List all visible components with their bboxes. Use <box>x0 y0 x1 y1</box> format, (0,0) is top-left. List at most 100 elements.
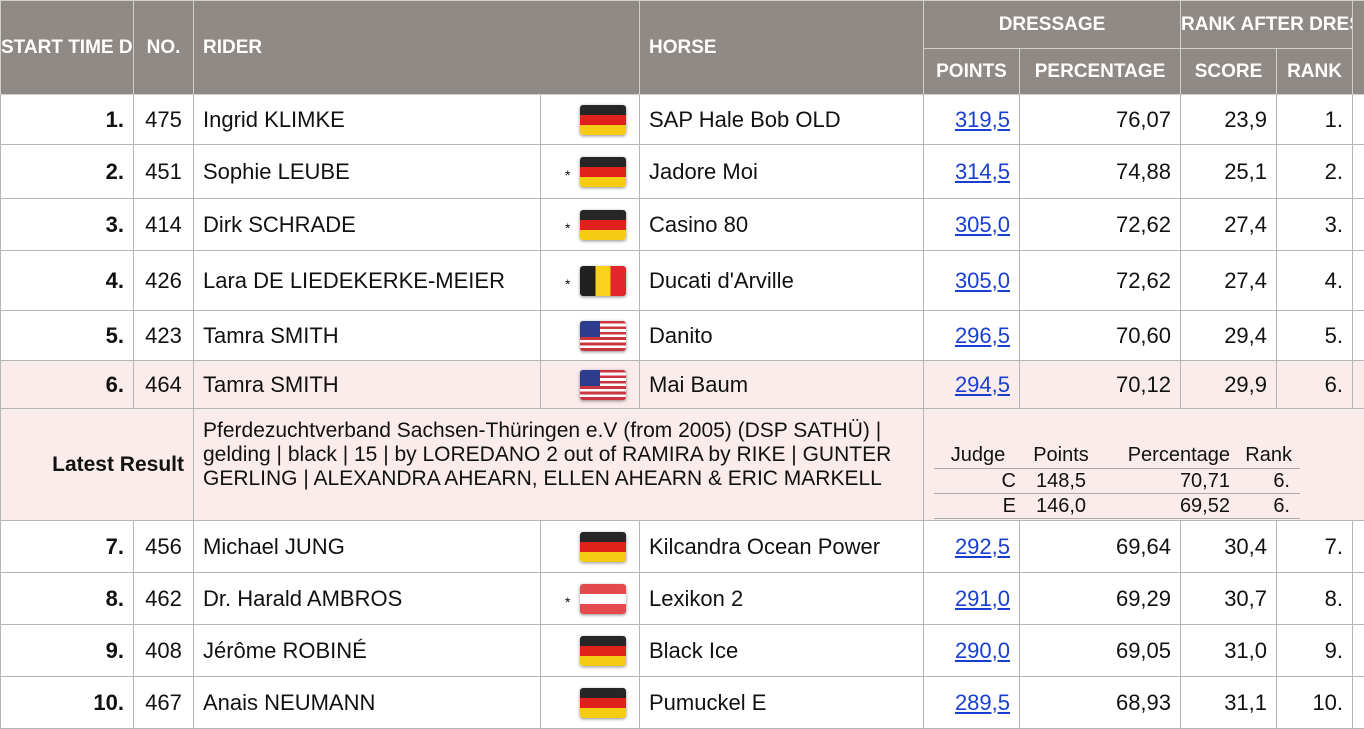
nation-cell: * <box>541 199 640 251</box>
header-no[interactable]: NO. <box>134 1 194 95</box>
judge-points-header: Points <box>1022 443 1100 469</box>
latest-result-row: Latest Result Pferdezuchtverband Sachsen… <box>1 409 1364 521</box>
horse-name[interactable]: Black Ice <box>640 625 924 677</box>
germany-flag-icon <box>580 688 626 718</box>
judge-percentage-header: Percentage <box>1100 443 1230 469</box>
score-value: 29,4 <box>1181 311 1277 361</box>
rider-name[interactable]: Michael JUNG <box>194 521 541 573</box>
table-row-selected[interactable]: 6. 464 Tamra SMITH Mai Baum 294,5 70,12 … <box>1 361 1364 409</box>
horse-name[interactable]: SAP Hale Bob OLD <box>640 95 924 145</box>
start-rank: 2. <box>1 145 134 199</box>
header-dressage: DRESSAGE <box>924 1 1181 49</box>
rider-name[interactable]: Dirk SCHRADE <box>194 199 541 251</box>
horse-name[interactable]: Ducati d'Arville <box>640 251 924 311</box>
points-link[interactable]: 305,0 <box>955 212 1010 237</box>
points-link[interactable]: 292,5 <box>955 534 1010 559</box>
judge-percentage: 69,52 <box>1100 494 1230 519</box>
table-row: 2. 451 Sophie LEUBE * Jadore Moi 314,5 7… <box>1 145 1364 199</box>
rider-name[interactable]: Tamra SMITH <box>194 311 541 361</box>
score-value: 27,4 <box>1181 199 1277 251</box>
score-value: 31,0 <box>1181 625 1277 677</box>
horse-details-text: Pferdezuchtverband Sachsen-Thüringen e.V… <box>194 409 924 521</box>
germany-flag-icon <box>580 636 626 666</box>
results-table: START TIME DRESSAGE/ RANK NO. RIDER HORS… <box>0 0 1364 729</box>
score-value: 25,1 <box>1181 145 1277 199</box>
points-link[interactable]: 294,5 <box>955 372 1010 397</box>
star-marker: * <box>565 276 570 292</box>
header-horse[interactable]: HORSE <box>640 1 924 95</box>
judges-table: Judge Points Percentage Rank C 148,5 70,… <box>934 443 1300 519</box>
horse-name[interactable]: Kilcandra Ocean Power <box>640 521 924 573</box>
percentage-value: 68,93 <box>1020 677 1181 729</box>
header-points[interactable]: POINTS <box>924 49 1020 95</box>
rider-name[interactable]: Jérôme ROBINÉ <box>194 625 541 677</box>
star-marker: * <box>565 220 570 236</box>
horse-name[interactable]: Danito <box>640 311 924 361</box>
rank-after-value: 4. <box>1277 251 1353 311</box>
rank-after-value: 8. <box>1277 573 1353 625</box>
header-score[interactable]: SCORE <box>1181 49 1277 95</box>
start-rank: 10. <box>1 677 134 729</box>
percentage-value: 69,64 <box>1020 521 1181 573</box>
extra-cell <box>1353 145 1364 199</box>
germany-flag-icon <box>580 210 626 240</box>
points-link[interactable]: 289,5 <box>955 690 1010 715</box>
extra-cell <box>1353 251 1364 311</box>
header-start-time[interactable]: START TIME DRESSAGE/ RANK <box>1 1 134 95</box>
judge-letter: C <box>934 469 1022 494</box>
points-link[interactable]: 305,0 <box>955 268 1010 293</box>
rider-name[interactable]: Ingrid KLIMKE <box>194 95 541 145</box>
nation-cell: * <box>541 573 640 625</box>
percentage-value: 69,29 <box>1020 573 1181 625</box>
extra-cell <box>1353 573 1364 625</box>
start-rank: 1. <box>1 95 134 145</box>
rank-after-value: 6. <box>1277 361 1353 409</box>
table-row: 4. 426 Lara DE LIEDEKERKE-MEIER * Ducati… <box>1 251 1364 311</box>
start-rank: 6. <box>1 361 134 409</box>
judge-percentage: 70,71 <box>1100 469 1230 494</box>
header-rank[interactable]: RANK <box>1277 49 1353 95</box>
start-number: 475 <box>134 95 194 145</box>
header-percentage[interactable]: PERCENTAGE <box>1020 49 1181 95</box>
percentage-value: 74,88 <box>1020 145 1181 199</box>
rider-name[interactable]: Sophie LEUBE <box>194 145 541 199</box>
rank-after-value: 3. <box>1277 199 1353 251</box>
points-link[interactable]: 290,0 <box>955 638 1010 663</box>
points-link[interactable]: 296,5 <box>955 323 1010 348</box>
header-rank-after-dressage: RANK AFTER DRESSAGE <box>1181 1 1353 49</box>
nation-cell <box>541 361 640 409</box>
start-number: 464 <box>134 361 194 409</box>
nation-cell <box>541 677 640 729</box>
rank-after-value: 5. <box>1277 311 1353 361</box>
score-value: 31,1 <box>1181 677 1277 729</box>
points-link[interactable]: 291,0 <box>955 586 1010 611</box>
extra-cell <box>1353 95 1364 145</box>
start-rank: 4. <box>1 251 134 311</box>
horse-name[interactable]: Jadore Moi <box>640 145 924 199</box>
horse-name[interactable]: Mai Baum <box>640 361 924 409</box>
extra-cell <box>1353 521 1364 573</box>
rank-after-value: 10. <box>1277 677 1353 729</box>
points-link[interactable]: 319,5 <box>955 107 1010 132</box>
extra-cell <box>1353 677 1364 729</box>
judge-row: C 148,5 70,71 6. <box>934 469 1300 494</box>
start-rank: 8. <box>1 573 134 625</box>
judge-points: 146,0 <box>1022 494 1100 519</box>
judge-rank: 6. <box>1230 469 1300 494</box>
latest-result-label: Latest Result <box>1 409 194 521</box>
rider-name[interactable]: Anais NEUMANN <box>194 677 541 729</box>
rider-name[interactable]: Dr. Harald AMBROS <box>194 573 541 625</box>
start-number: 426 <box>134 251 194 311</box>
horse-name[interactable]: Lexikon 2 <box>640 573 924 625</box>
rider-name[interactable]: Lara DE LIEDEKERKE-MEIER <box>194 251 541 311</box>
header-rider[interactable]: RIDER <box>194 1 640 95</box>
points-link[interactable]: 314,5 <box>955 159 1010 184</box>
score-value: 27,4 <box>1181 251 1277 311</box>
horse-name[interactable]: Casino 80 <box>640 199 924 251</box>
start-number: 423 <box>134 311 194 361</box>
extra-cell <box>1353 199 1364 251</box>
rider-name[interactable]: Tamra SMITH <box>194 361 541 409</box>
start-number: 414 <box>134 199 194 251</box>
horse-name[interactable]: Pumuckel E <box>640 677 924 729</box>
percentage-value: 70,60 <box>1020 311 1181 361</box>
